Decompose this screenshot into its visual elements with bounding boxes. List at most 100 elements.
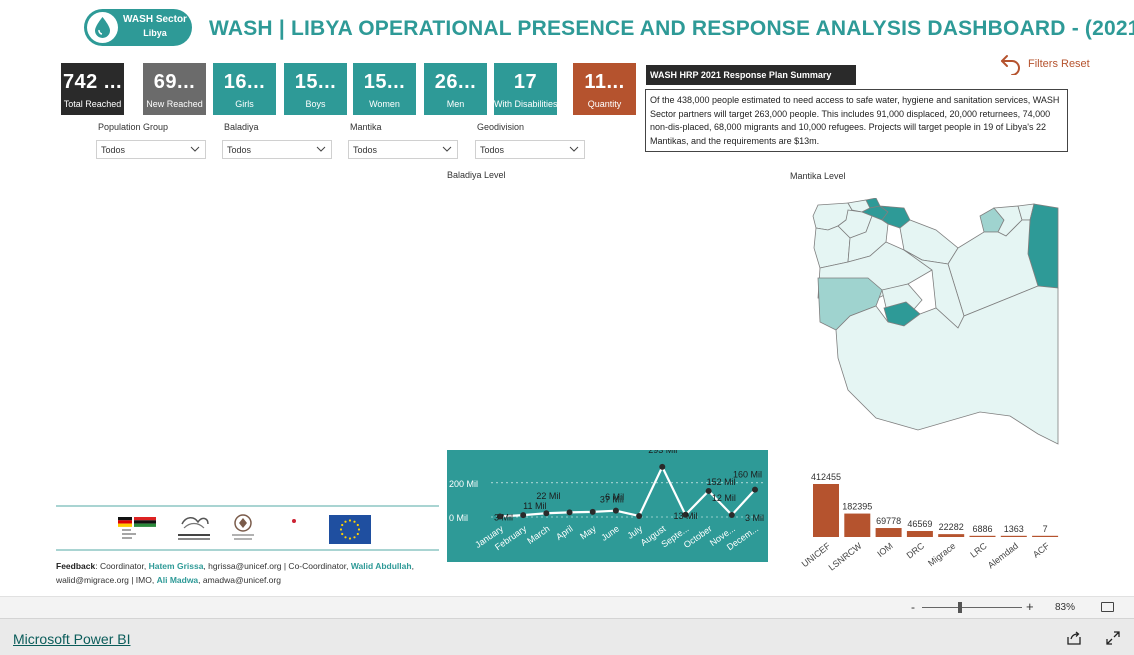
- x-tick-label: May: [578, 523, 598, 541]
- kpi-value: 69...: [153, 71, 196, 93]
- data-point-may[interactable]: [589, 508, 596, 515]
- kpi-label: Women: [369, 99, 400, 109]
- logo-line2: Libya: [143, 28, 167, 38]
- kpi-value: 11...: [584, 71, 625, 93]
- kpi-card-quantity: 11... Quantity: [573, 63, 636, 115]
- category-label: Alemdad: [986, 541, 1020, 571]
- data-label: 6 Mil: [605, 492, 624, 502]
- slicer-baladiya[interactable]: Todos: [222, 140, 332, 159]
- feedback-segment: : Coordinator,: [95, 561, 149, 571]
- eu-star: [341, 523, 344, 527]
- kpi-value: 742 ...: [62, 71, 123, 93]
- feedback-text: Feedback: Coordinator, Hatem Grissa, hgr…: [56, 559, 436, 587]
- dashboard-canvas: WASH Sector Libya WASH | LIBYA OPERATION…: [0, 0, 1134, 655]
- x-tick-label: March: [525, 523, 551, 546]
- data-label: 152 Mil: [707, 477, 736, 487]
- slicer-value: Todos: [353, 145, 378, 155]
- kpi-label: Girls: [235, 99, 254, 109]
- share-icon[interactable]: [1067, 631, 1081, 645]
- y-tick-label: 200 Mil: [449, 479, 478, 489]
- summary-text: Of the 438,000 people estimated to need …: [645, 89, 1068, 152]
- bar-drc[interactable]: [906, 531, 933, 537]
- powerbi-footer-bar: Microsoft Power BI: [0, 618, 1134, 655]
- eu-star: [341, 532, 344, 536]
- bar-lrc[interactable]: [969, 535, 996, 537]
- data-point-decem[interactable]: [752, 486, 758, 493]
- zoom-slider-thumb[interactable]: [958, 602, 962, 613]
- data-point-june[interactable]: [612, 507, 619, 514]
- eu-star: [339, 528, 343, 531]
- agency-partner-logo: [176, 514, 212, 544]
- data-point-october[interactable]: [705, 488, 712, 495]
- y-tick-label: 0 Mil: [449, 513, 468, 523]
- bar-value-label: 46569: [907, 519, 932, 529]
- coordinator-email: , hgrissa@unicef.org | Co-Coordinator,: [203, 561, 351, 571]
- chevron-down-icon: [316, 146, 326, 152]
- mantika-nalut[interactable]: [813, 225, 851, 269]
- category-label: ACF: [1031, 540, 1052, 559]
- kpi-label: New Reached: [146, 99, 203, 109]
- bar-migrace[interactable]: [938, 534, 965, 537]
- kpi-card-new-reached: 69... New Reached: [143, 63, 206, 115]
- data-point-august[interactable]: [659, 463, 666, 470]
- powerbi-link[interactable]: Microsoft Power BI: [13, 631, 130, 647]
- data-point-february[interactable]: [520, 512, 527, 519]
- filters-reset-button[interactable]: Filters Reset: [1000, 53, 1090, 75]
- data-label: 3 Mil: [745, 513, 764, 523]
- category-label: LSNRCW: [827, 540, 864, 572]
- data-label: 13 Mil: [673, 511, 697, 521]
- kpi-label: Men: [446, 99, 465, 109]
- chevron-down-icon: [569, 146, 579, 152]
- data-label: 160 Mil: [733, 470, 762, 480]
- libya-mantika-map[interactable]: [808, 198, 1064, 446]
- zoom-in-button[interactable]: +: [1026, 599, 1034, 614]
- x-tick-label: June: [599, 523, 621, 542]
- slicer-geodivision[interactable]: Todos: [475, 140, 585, 159]
- eu-star: [348, 537, 352, 540]
- footer-divider-bottom: [56, 549, 439, 551]
- category-label: LRC: [968, 540, 989, 559]
- data-point-april[interactable]: [566, 509, 573, 516]
- kpi-card-men: 26... Men: [424, 63, 487, 115]
- kpi-card-boys: 15... Boys: [284, 63, 347, 115]
- coordinator-name: Hatem Grissa: [148, 561, 204, 571]
- zoom-out-button[interactable]: -: [911, 600, 915, 614]
- monthly-trend-chart[interactable]: 0 Mil 200 Mil 3 Mil January 11 Mil February 22…: [447, 445, 768, 562]
- bar-acf[interactable]: [1032, 535, 1059, 537]
- fit-to-page-icon[interactable]: [1101, 602, 1114, 612]
- bar-alemdad[interactable]: [1000, 535, 1027, 537]
- data-point-nove[interactable]: [728, 511, 735, 518]
- data-label: 11 Mil: [523, 501, 546, 511]
- eu-star: [353, 520, 356, 523]
- bar-value-label: 412455: [811, 472, 841, 482]
- page-title: WASH | LIBYA OPERATIONAL PRESENCE AND RE…: [209, 17, 1134, 40]
- data-point-march[interactable]: [543, 510, 550, 517]
- data-label: 3 Mil: [494, 512, 513, 522]
- bar-iom[interactable]: [875, 528, 902, 537]
- slicer-population-group[interactable]: Todos: [96, 140, 206, 159]
- undo-arrow-icon: [1001, 55, 1020, 75]
- germany-partner-logo: [118, 515, 160, 543]
- water-drop-icon: [87, 12, 118, 43]
- eu-star: [353, 536, 356, 539]
- data-point-july[interactable]: [636, 512, 643, 519]
- bar-value-label: 7: [1043, 524, 1048, 534]
- bar-unicef[interactable]: [813, 484, 839, 537]
- category-label: Migrace: [926, 541, 957, 569]
- partner-bar-chart[interactable]: 412455 UNICEF 182395 LSNRCW 69778 IOM 46569 DRC…: [788, 460, 1088, 585]
- zoom-slider-track[interactable]: [922, 607, 1022, 608]
- eu-star: [356, 532, 359, 536]
- chevron-down-icon: [442, 146, 452, 152]
- eu-flag-logo: [329, 515, 371, 544]
- slicer-mantika[interactable]: Todos: [348, 140, 458, 159]
- kpi-value: 15...: [294, 71, 337, 93]
- summary-heading: WASH HRP 2021 Response Plan Summary: [646, 65, 856, 85]
- eu-star: [344, 520, 347, 523]
- bar-lsnrcw[interactable]: [844, 513, 871, 537]
- dot-marker: [291, 511, 297, 523]
- fullscreen-icon[interactable]: [1106, 631, 1120, 645]
- bar-value-label: 69778: [876, 516, 901, 526]
- slicer-value: Todos: [101, 145, 126, 155]
- wash-sector-logo: WASH Sector Libya: [84, 9, 192, 46]
- mantika-level-label: Mantika Level: [790, 171, 846, 181]
